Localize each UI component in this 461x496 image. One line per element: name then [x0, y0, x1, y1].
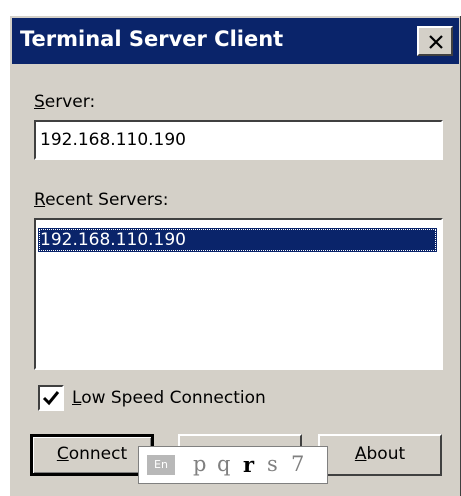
char-option-selected[interactable]: r: [243, 452, 254, 477]
input-method-popup[interactable]: En p q r s 7: [138, 446, 328, 484]
checkmark-icon: [42, 391, 60, 406]
char-option[interactable]: s: [267, 452, 278, 476]
connect-button[interactable]: Connect: [30, 434, 154, 476]
char-option[interactable]: 7: [291, 452, 304, 476]
about-button[interactable]: About: [318, 434, 442, 476]
char-option[interactable]: p: [193, 452, 206, 476]
recent-servers-list[interactable]: 192.168.110.190: [34, 218, 443, 370]
background-window-strip: — — — — — — — — — — — — — — — — — —: [0, 0, 461, 14]
low-speed-checkbox[interactable]: [38, 385, 64, 411]
title-bar[interactable]: Terminal Server Client: [12, 18, 459, 64]
char-option[interactable]: q: [217, 452, 230, 476]
terminal-server-client-dialog: Terminal Server Client Server: 192.168.1…: [8, 14, 461, 496]
close-icon: [429, 35, 443, 49]
close-button[interactable]: [417, 26, 453, 56]
window-title: Terminal Server Client: [20, 27, 284, 51]
server-label: Server:: [34, 92, 96, 112]
server-input[interactable]: 192.168.110.190: [34, 120, 443, 160]
list-item[interactable]: 192.168.110.190: [38, 228, 437, 252]
recent-servers-label: Recent Servers:: [34, 190, 169, 210]
low-speed-label[interactable]: Low Speed Connection: [72, 388, 266, 408]
input-method-icon: En: [147, 455, 175, 475]
